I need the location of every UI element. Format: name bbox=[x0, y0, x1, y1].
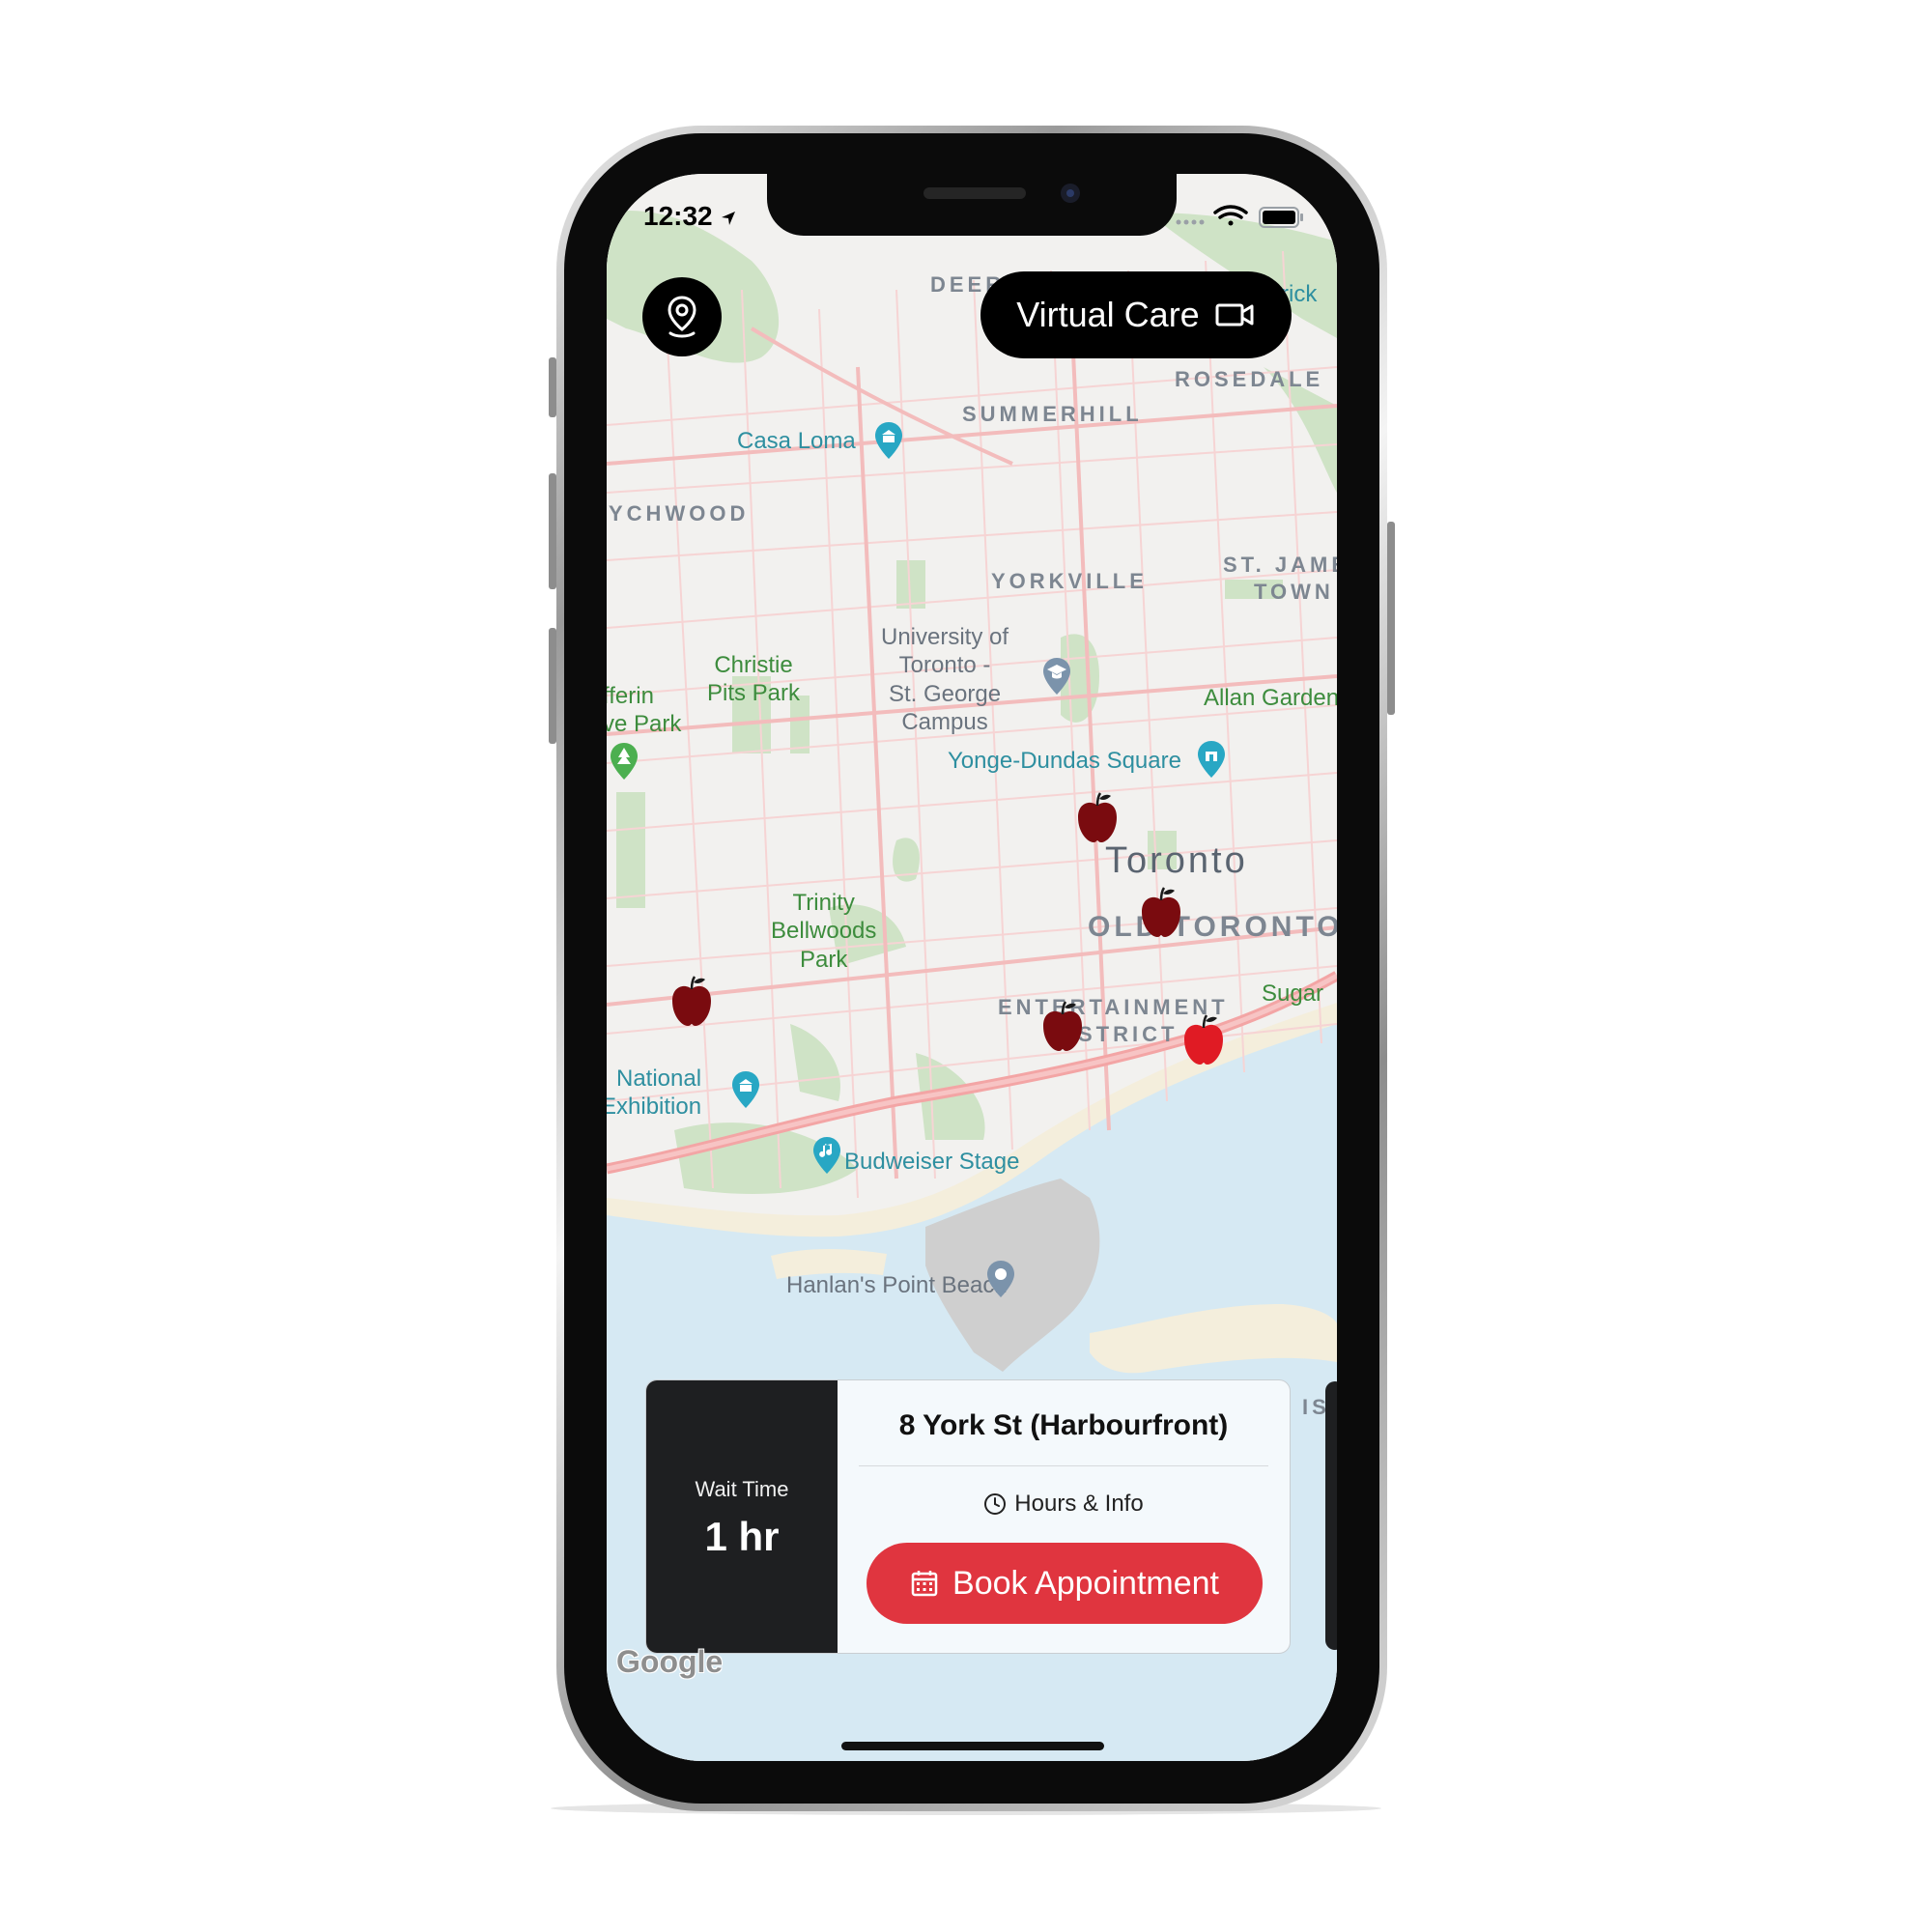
clinic-info-card[interactable]: Wait Time 1 hr 8 York St (Harbourfront) … bbox=[645, 1379, 1291, 1654]
clock-icon bbox=[984, 1493, 1007, 1515]
poi-label-line: St. George bbox=[888, 680, 1002, 707]
status-time-text: 12:32 bbox=[643, 201, 713, 231]
museum-pin-icon[interactable] bbox=[873, 421, 904, 460]
park-pin-icon[interactable] bbox=[609, 742, 639, 781]
volume-up-button bbox=[549, 473, 556, 589]
clinic-marker-apple-icon[interactable] bbox=[1039, 999, 1086, 1053]
phone-screen: DEER ROSEDALE SUMMERHILL YCHWOOD YORKVIL… bbox=[607, 174, 1337, 1761]
park-label-christie: Christie Pits Park bbox=[707, 651, 800, 708]
location-arrow-icon bbox=[722, 211, 736, 225]
cellular-signal-icon bbox=[1176, 219, 1205, 225]
virtual-care-button[interactable]: Virtual Care bbox=[980, 271, 1292, 358]
park-label-sugar-beach: Sugar bbox=[1262, 980, 1324, 1007]
status-indicators bbox=[1175, 203, 1310, 232]
clinic-marker-apple-icon[interactable] bbox=[1074, 790, 1121, 844]
city-label-toronto: Toronto bbox=[1105, 840, 1248, 881]
battery-icon bbox=[1259, 207, 1303, 228]
book-appointment-label: Book Appointment bbox=[952, 1564, 1219, 1602]
hours-info-link[interactable]: Hours & Info bbox=[838, 1491, 1290, 1518]
poi-label-line: Exhibition bbox=[607, 1094, 702, 1121]
district-label-yorkville: YORKVILLE bbox=[991, 569, 1148, 593]
virtual-care-label: Virtual Care bbox=[1016, 295, 1200, 334]
poi-label-line: Campus bbox=[901, 708, 988, 735]
park-label-line: Park bbox=[800, 946, 848, 973]
university-pin-icon[interactable] bbox=[1041, 657, 1072, 696]
district-label-wychwood: YCHWOOD bbox=[609, 501, 750, 526]
poi-label-line: Toronto - bbox=[898, 652, 991, 679]
district-label-summerhill: SUMMERHILL bbox=[962, 402, 1143, 426]
district-label-entertainment-2: STRICT bbox=[1078, 1022, 1179, 1046]
book-appointment-button[interactable]: Book Appointment bbox=[867, 1543, 1263, 1624]
poi-label-line: National bbox=[616, 1065, 702, 1092]
hours-info-label: Hours & Info bbox=[1014, 1491, 1144, 1517]
home-indicator[interactable] bbox=[841, 1742, 1104, 1750]
park-label-line: fferin bbox=[607, 683, 654, 709]
video-camera-icon bbox=[1215, 303, 1254, 327]
poi-label-national-exhibition[interactable]: National Exhibition bbox=[607, 1065, 701, 1122]
status-icons bbox=[1176, 205, 1303, 228]
clinic-marker-apple-icon[interactable] bbox=[668, 974, 715, 1028]
poi-label-casa-loma[interactable]: Casa Loma bbox=[737, 427, 856, 455]
beach-pin-icon[interactable] bbox=[985, 1260, 1016, 1298]
district-label-st-james-town: ST. JAME bbox=[1223, 553, 1337, 577]
clinic-marker-apple-icon[interactable] bbox=[1138, 885, 1184, 939]
location-pin-icon bbox=[668, 296, 696, 338]
phone-notch bbox=[767, 174, 1177, 236]
landmark-pin-icon[interactable] bbox=[1196, 740, 1227, 779]
volume-down-button bbox=[549, 628, 556, 744]
earpiece-speaker bbox=[923, 187, 1026, 199]
power-button bbox=[1387, 522, 1395, 715]
park-label-line: Pits Park bbox=[707, 680, 801, 707]
poi-label-hanlans-point-beach[interactable]: Hanlan's Point Beach bbox=[786, 1271, 1008, 1299]
park-label-trinity-bellwoods: Trinity Bellwoods Park bbox=[771, 889, 876, 974]
google-attribution-logo: Google bbox=[616, 1644, 724, 1679]
front-camera bbox=[1061, 184, 1080, 203]
wait-time-value: 1 hr bbox=[704, 1514, 780, 1559]
park-label-line: ve Park bbox=[607, 711, 682, 738]
my-location-button[interactable] bbox=[642, 277, 722, 356]
next-clinic-card-edge[interactable] bbox=[1325, 1381, 1337, 1650]
wifi-icon bbox=[1213, 205, 1248, 226]
exhibition-pin-icon[interactable] bbox=[730, 1070, 761, 1109]
park-label-dufferin: fferin ve Park bbox=[607, 682, 681, 739]
district-label-old-toronto: OLD TORONTO bbox=[1088, 911, 1337, 943]
music-venue-pin-icon[interactable] bbox=[811, 1136, 842, 1175]
park-label-allan-gardens: Allan Garden bbox=[1204, 685, 1337, 711]
park-label-line: Bellwoods bbox=[771, 918, 877, 945]
card-divider bbox=[859, 1465, 1268, 1466]
status-time: 12:32 bbox=[643, 201, 737, 232]
park-label-line: Christie bbox=[714, 652, 793, 678]
wait-time-label: Wait Time bbox=[695, 1477, 789, 1501]
calendar-icon bbox=[911, 1571, 938, 1597]
poi-label-yonge-dundas[interactable]: Yonge-Dundas Square bbox=[948, 747, 1181, 775]
clinic-marker-selected-apple-icon[interactable] bbox=[1180, 1012, 1227, 1066]
poi-label-budweiser-stage[interactable]: Budweiser Stage bbox=[844, 1148, 1019, 1176]
park-label-line: Trinity bbox=[792, 890, 855, 916]
silent-switch bbox=[549, 357, 556, 417]
district-label-st-james-town-2: TOWN bbox=[1254, 580, 1334, 604]
poi-label-university-of-toronto[interactable]: University of Toronto - St. George Campu… bbox=[881, 623, 1009, 736]
clinic-address: 8 York St (Harbourfront) bbox=[898, 1409, 1229, 1441]
district-label-rosedale: ROSEDALE bbox=[1175, 367, 1324, 391]
poi-label-line: University of bbox=[881, 624, 1009, 650]
wait-time-panel: Wait Time 1 hr bbox=[646, 1380, 838, 1653]
